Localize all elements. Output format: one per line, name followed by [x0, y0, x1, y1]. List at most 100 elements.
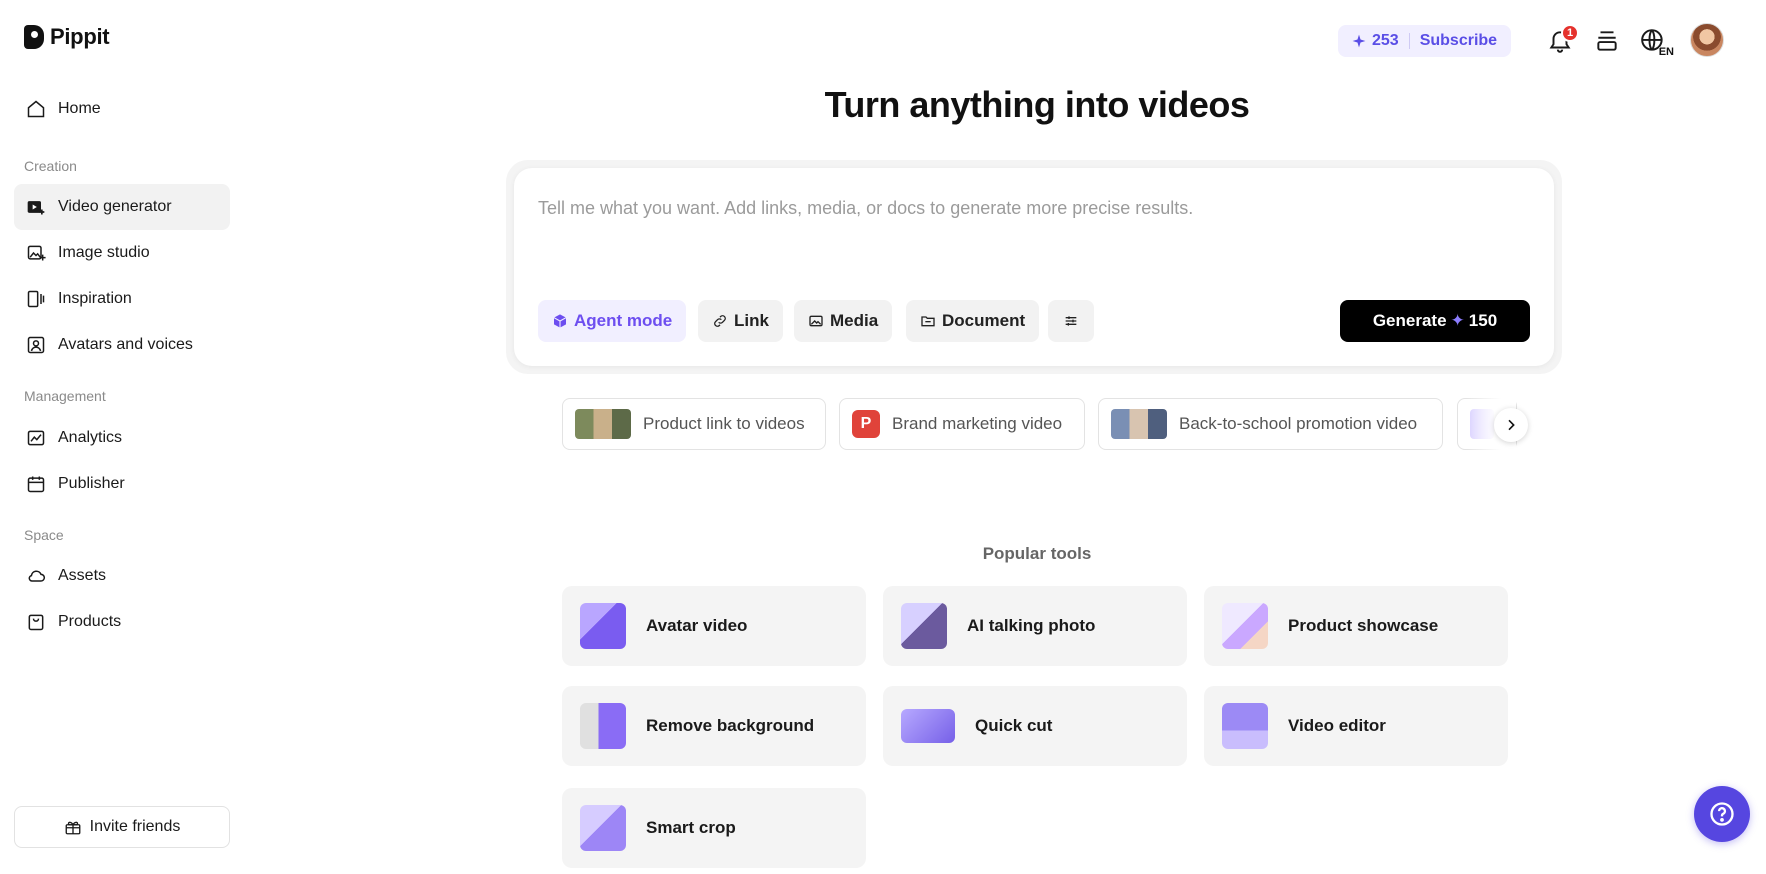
folder-icon — [921, 316, 935, 327]
tool-card-smart-crop[interactable]: Smart crop — [562, 788, 866, 868]
image-icon — [809, 315, 823, 327]
tool-card-remove-background[interactable]: Remove background — [562, 686, 866, 766]
suggestion-back-to-school[interactable]: Back-to-school promotion video — [1098, 398, 1443, 450]
chart-icon — [27, 430, 45, 446]
user-avatar[interactable] — [1690, 23, 1724, 57]
sidebar-item-label: Publisher — [58, 475, 125, 492]
layers-icon — [1597, 31, 1617, 51]
subscribe-button[interactable]: Subscribe — [1420, 32, 1497, 50]
prompt-card: Tell me what you want. Add links, media,… — [514, 168, 1554, 366]
credits-count: 253 — [1372, 32, 1399, 49]
invite-friends-label: Invite friends — [89, 818, 181, 835]
credits-subscribe-pill[interactable]: 253 Subscribe — [1338, 25, 1512, 57]
link-icon — [714, 315, 726, 327]
tool-label: Avatar video — [646, 616, 748, 635]
avatar-icon — [27, 336, 45, 354]
suggestion-brand-marketing[interactable]: P Brand marketing video — [839, 398, 1085, 450]
tool-label: AI talking photo — [967, 616, 1096, 635]
tool-card-quick-cut[interactable]: Quick cut — [883, 686, 1187, 766]
invite-friends-button[interactable]: Invite friends — [14, 806, 230, 848]
tool-card-video-editor[interactable]: Video editor — [1204, 686, 1508, 766]
inspiration-icon — [27, 290, 45, 308]
suggestion-label: Back-to-school promotion video — [1179, 414, 1418, 433]
video-plus-icon — [27, 201, 45, 215]
tool-label: Remove background — [646, 716, 815, 735]
avatar-video-thumbnail — [580, 603, 626, 649]
prompt-input[interactable]: Tell me what you want. Add links, media,… — [538, 198, 1193, 219]
quick-cut-thumbnail — [901, 709, 955, 743]
sidebar-item-label: Assets — [58, 567, 107, 584]
tool-card-product-showcase[interactable]: Product showcase — [1204, 586, 1508, 666]
product-showcase-thumbnail — [1222, 603, 1268, 649]
notifications-button[interactable]: 1 — [1545, 24, 1579, 56]
smart-crop-thumbnail — [580, 805, 626, 851]
tool-label: Smart crop — [646, 818, 736, 837]
gift-icon — [65, 821, 81, 835]
document-button[interactable]: Document — [906, 300, 1040, 342]
suggestions-next-button[interactable] — [1494, 408, 1528, 442]
section-label-management: Management — [24, 388, 106, 404]
suggestion-label: Product link to videos — [643, 414, 805, 433]
agent-mode-label: Agent mode — [574, 311, 673, 330]
suggestion-product-link[interactable]: Product link to videos — [562, 398, 826, 450]
chevron-right-icon — [1508, 419, 1515, 431]
sidebar-item-label: Image studio — [58, 244, 150, 261]
app-logo[interactable]: Pippit — [24, 24, 110, 50]
sidebar-item-publisher[interactable]: Publisher — [14, 461, 230, 507]
tool-card-avatar-video[interactable]: Avatar video — [562, 586, 866, 666]
sidebar-item-label: Avatars and voices — [58, 336, 193, 353]
pippit-logo-icon — [24, 25, 44, 49]
tool-card-ai-talking-photo[interactable]: AI talking photo — [883, 586, 1187, 666]
cloud-icon — [28, 570, 45, 582]
document-label: Document — [942, 311, 1026, 330]
settings-button[interactable] — [1048, 300, 1094, 342]
sidebar-item-video-generator[interactable]: Video generator — [14, 184, 230, 230]
sidebar-item-label: Inspiration — [58, 290, 132, 307]
link-label: Link — [734, 311, 769, 330]
page-title: Turn anything into videos — [824, 84, 1250, 125]
question-icon — [1710, 802, 1734, 826]
notification-badge: 1 — [1561, 24, 1579, 42]
sidebar-item-avatars-voices[interactable]: Avatars and voices — [14, 322, 230, 368]
popular-tools-title: Popular tools — [982, 544, 1092, 563]
credits-balance[interactable]: 253 — [1352, 32, 1399, 50]
sidebar-item-label: Products — [58, 613, 122, 630]
language-button[interactable]: EN — [1638, 26, 1674, 58]
link-button[interactable]: Link — [698, 300, 783, 342]
sliders-icon — [1065, 316, 1077, 326]
sidebar-item-inspiration[interactable]: Inspiration — [14, 276, 230, 322]
generate-cost: 150 — [1468, 311, 1498, 330]
pill-divider — [1408, 33, 1410, 49]
suggestion-thumbnail — [575, 409, 631, 439]
sidebar-item-analytics[interactable]: Analytics — [14, 415, 230, 461]
sidebar-item-label: Analytics — [58, 429, 123, 446]
bag-icon — [28, 614, 44, 631]
talking-photo-thumbnail — [901, 603, 947, 649]
help-button[interactable] — [1694, 786, 1750, 842]
image-plus-icon — [27, 245, 46, 261]
suggestion-label: Brand marketing video — [892, 414, 1063, 433]
sidebar: Pippit Home Creation Video generator Ima… — [0, 0, 240, 874]
tool-label: Product showcase — [1288, 616, 1439, 635]
sidebar-item-image-studio[interactable]: Image studio — [14, 230, 230, 276]
media-button[interactable]: Media — [794, 300, 893, 342]
section-label-space: Space — [24, 527, 64, 543]
app-name: Pippit — [50, 24, 110, 49]
agent-mode-button[interactable]: Agent mode — [538, 300, 687, 342]
generate-label: Generate — [1372, 311, 1447, 330]
tool-label: Video editor — [1288, 716, 1386, 735]
remove-background-thumbnail — [580, 703, 626, 749]
sidebar-item-label: Video generator — [58, 198, 172, 215]
suggestion-thumbnail — [1111, 409, 1167, 439]
sparkle-icon — [1352, 34, 1366, 48]
video-editor-thumbnail — [1222, 703, 1268, 749]
media-label: Media — [830, 311, 879, 330]
calendar-icon — [27, 476, 45, 493]
section-label-creation: Creation — [24, 158, 77, 174]
generate-button[interactable]: Generate ✦ 150 — [1340, 300, 1530, 342]
sparkle-icon: ✦ — [1450, 311, 1465, 330]
brand-p-icon: P — [852, 410, 880, 438]
sidebar-item-products[interactable]: Products — [14, 599, 230, 645]
cube-icon — [553, 314, 567, 328]
inbox-button[interactable] — [1592, 26, 1622, 56]
